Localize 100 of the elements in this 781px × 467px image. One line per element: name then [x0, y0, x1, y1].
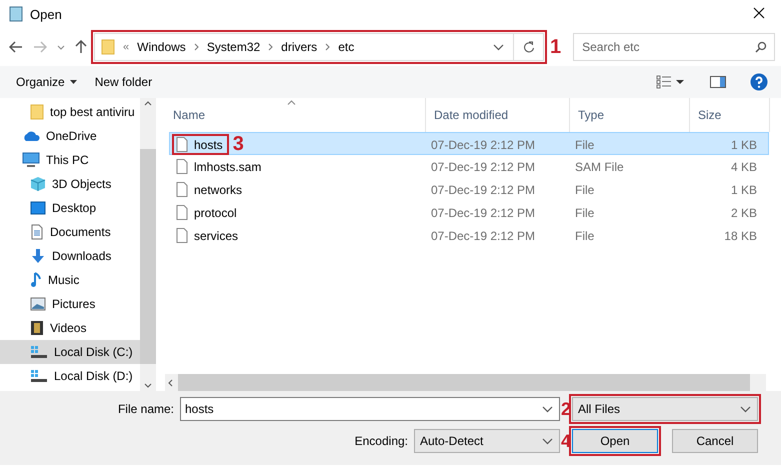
folder-icon: [101, 39, 115, 55]
file-row[interactable]: services 07-Dec-19 2:12 PM File 18 KB: [169, 224, 769, 247]
date-cell-text: 07-Dec-19 2:12 PM: [430, 182, 536, 196]
window-title: Open: [30, 6, 62, 22]
sidebar-item[interactable]: OneDrive: [0, 124, 140, 148]
breadcrumb[interactable]: drivers: [281, 40, 318, 54]
size-cell-text: 18 KB: [723, 228, 758, 242]
sidebar-item[interactable]: This PC: [0, 148, 140, 172]
scrollbar-thumb[interactable]: [178, 374, 750, 391]
date-cell-text: 07-Dec-19 2:12 PM: [430, 138, 536, 152]
close-icon: [753, 6, 765, 18]
chevron-icon: [57, 44, 65, 50]
size-cell-text: 1 KB: [730, 138, 758, 152]
breadcrumb-chevron-icon: [268, 43, 274, 51]
chevron-icon: [492, 44, 504, 50]
file-icon: [176, 228, 188, 243]
sidebar-item[interactable]: Documents: [0, 220, 140, 244]
file-row[interactable]: protocol 07-Dec-19 2:12 PM File 2 KB: [169, 201, 769, 224]
date-cell-text: 07-Dec-19 2:12 PM: [430, 160, 536, 174]
sidebar-item[interactable]: 3D Objects: [0, 172, 140, 196]
sidebar-item[interactable]: Local Disk (C:): [0, 340, 140, 364]
sidebar-item[interactable]: Pictures: [0, 292, 140, 316]
picture-icon: [30, 297, 46, 311]
preview-pane-button[interactable]: [707, 73, 729, 91]
chevron-up-icon: [144, 101, 152, 106]
breadcrumb-chevron-icon: [194, 43, 199, 51]
sidebar-item[interactable]: Desktop: [0, 196, 140, 220]
cube-icon: [30, 176, 46, 192]
breadcrumb[interactable]: System32: [206, 40, 260, 54]
toolbar-button[interactable]: New folder: [88, 71, 158, 93]
file-name-field[interactable]: hosts: [180, 397, 560, 421]
encoding-dropdown[interactable]: Auto-Detect: [414, 429, 560, 453]
help-icon: [750, 73, 768, 91]
type-cell-text: File: [574, 228, 596, 242]
search-icon: [755, 41, 767, 53]
file-name-label: File name:: [116, 402, 175, 416]
file-name: protocol: [174, 204, 241, 221]
monitor-icon: [22, 152, 40, 168]
music-note-icon: [30, 272, 42, 288]
open-button[interactable]: Open: [572, 429, 658, 453]
back-arrow-icon: [9, 41, 23, 53]
file-row[interactable]: networks 07-Dec-19 2:12 PM File 1 KB: [169, 178, 769, 201]
file-name: hosts: [174, 136, 227, 153]
dropdown-chevron-icon: [542, 406, 553, 412]
toolbar-button[interactable]: Organize: [10, 71, 83, 93]
date-cell-text: 07-Dec-19 2:12 PM: [430, 228, 536, 242]
sidebar-item[interactable]: Music: [0, 268, 140, 292]
callout-number: 1: [550, 36, 562, 58]
file-type-dropdown[interactable]: All Files: [572, 397, 758, 421]
drive-icon: [30, 369, 48, 383]
file-row[interactable]: hosts 3 07-Dec-19 2:12 PM File 1 KB: [169, 132, 769, 155]
date-cell-text: 07-Dec-19 2:12 PM: [430, 206, 536, 220]
desktop-icon: [30, 201, 46, 215]
drive-icon: [30, 345, 48, 359]
size-cell-text: 4 KB: [730, 160, 758, 174]
file-icon: [176, 159, 188, 174]
file-icon: [176, 182, 188, 197]
overflow-chevron[interactable]: «: [123, 41, 130, 53]
notepad-icon: [8, 6, 24, 22]
type-cell-text: File: [574, 138, 596, 152]
refresh-icon: [522, 41, 534, 53]
file-row[interactable]: lmhosts.sam 07-Dec-19 2:12 PM SAM File 4 KB: [169, 155, 769, 178]
caret-icon: [676, 80, 684, 84]
sidebar-item[interactable]: Videos: [0, 316, 140, 340]
film-icon: [30, 320, 44, 336]
sort-caret-icon: [287, 100, 296, 105]
chevron-left-icon: [168, 378, 173, 386]
cloud-icon: [22, 130, 40, 142]
size-cell-text: 1 KB: [730, 182, 758, 196]
breadcrumb-chevron-icon: [325, 43, 330, 51]
breadcrumb[interactable]: Windows: [137, 40, 186, 54]
size-cell-text: 2 KB: [730, 206, 758, 220]
sidebar-item[interactable]: top best antiviru: [0, 100, 140, 124]
document-icon: [30, 224, 44, 240]
sidebar-item[interactable]: Local Disk (D:): [0, 364, 140, 388]
search-field[interactable]: Search etc: [573, 33, 775, 61]
type-cell-text: File: [574, 206, 596, 220]
chevron-down-icon: [144, 383, 152, 388]
preview-pane-icon: [710, 76, 726, 88]
type-cell-text: SAM File: [574, 160, 625, 174]
dropdown-chevron-icon: [740, 406, 751, 412]
breadcrumb[interactable]: etc: [338, 40, 354, 54]
caret-icon: [70, 80, 77, 84]
callout-number: 3: [232, 133, 244, 156]
file-icon: [176, 137, 188, 152]
details-view-icon: [656, 75, 672, 89]
dropdown-chevron-icon: [542, 438, 553, 444]
sidebar-item[interactable]: Downloads: [0, 244, 140, 268]
download-arrow-icon: [30, 248, 46, 264]
up-arrow-icon: [75, 40, 87, 54]
file-name: lmhosts.sam: [174, 158, 266, 175]
file-icon: [176, 205, 188, 220]
file-name: services: [174, 227, 242, 244]
scrollbar-thumb[interactable]: [140, 149, 156, 364]
encoding-label: Encoding:: [354, 434, 409, 448]
type-cell-text: File: [574, 182, 596, 196]
folder-icon: [30, 104, 44, 120]
cancel-button[interactable]: Cancel: [672, 429, 758, 453]
address-bar[interactable]: « Windows System32 drivers etc: [94, 33, 544, 61]
file-name: networks: [174, 181, 246, 198]
